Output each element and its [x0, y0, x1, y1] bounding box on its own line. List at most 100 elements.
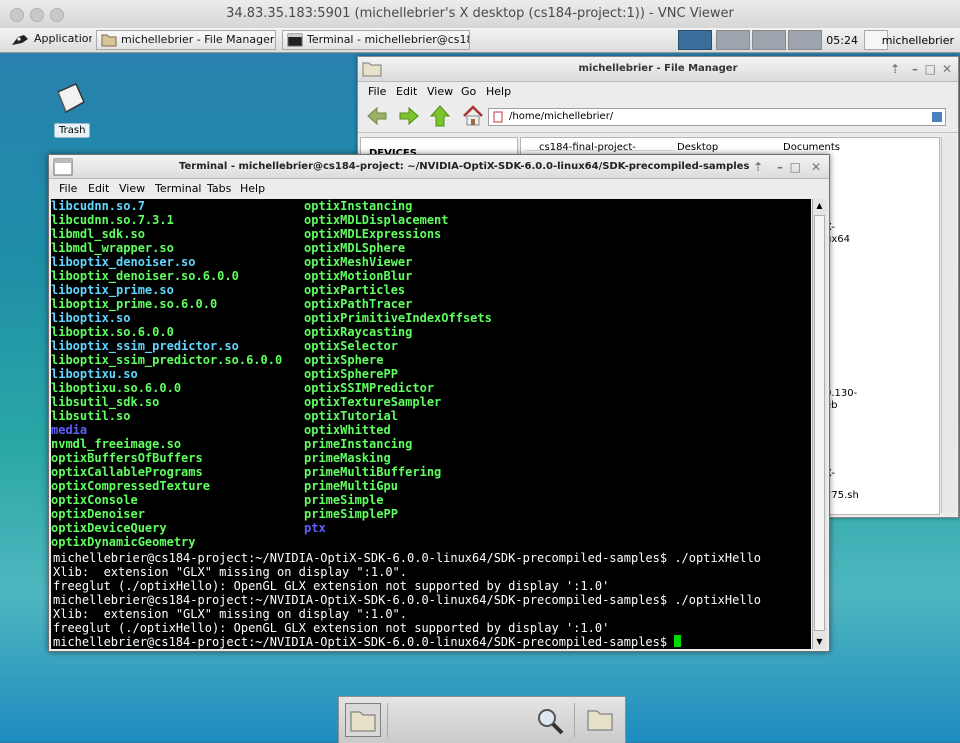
listing-entry: optixPrimitiveIndexOffsets: [304, 311, 492, 325]
output-line: michellebrier@cs184-project:~/NVIDIA-Opt…: [53, 593, 762, 607]
scroll-thumb[interactable]: [814, 215, 825, 631]
refresh-icon[interactable]: [932, 112, 942, 122]
workspace-3[interactable]: [752, 30, 786, 50]
forward-icon[interactable]: [398, 106, 420, 126]
workspace-2[interactable]: [716, 30, 750, 50]
output-line: freeglut (./optixHello): OpenGL GLX exte…: [53, 579, 610, 593]
file-item-partial[interactable]: 775.sh: [825, 490, 859, 501]
listing-entry: optixMotionBlur: [304, 269, 413, 283]
stick-icon[interactable]: ⇡: [890, 57, 900, 81]
listing-entry: liboptixu.so: [51, 367, 138, 381]
trash-icon[interactable]: [52, 80, 88, 123]
dock-file-manager[interactable]: [345, 703, 381, 737]
menu-go[interactable]: Go: [461, 85, 476, 98]
menu-view[interactable]: View: [119, 182, 145, 195]
file-icon: [493, 111, 503, 123]
menu-help[interactable]: Help: [240, 182, 265, 195]
up-icon[interactable]: [430, 105, 450, 127]
listing-entry: liboptix_ssim_predictor.so: [51, 339, 239, 353]
user-menu[interactable]: michellebrier: [882, 34, 954, 47]
minimize-icon[interactable]: –: [777, 155, 783, 179]
menu-tabs[interactable]: Tabs: [207, 182, 231, 195]
back-icon[interactable]: [366, 106, 388, 126]
output-line: Xlib: extension "GLX" missing on display…: [53, 607, 408, 621]
listing-entry: media: [51, 423, 88, 437]
listing-entry: liboptix.so: [51, 311, 131, 325]
minimize-icon[interactable]: –: [912, 57, 918, 81]
listing-entry: optixSSIMPredictor: [304, 381, 435, 395]
search-icon: [538, 709, 564, 735]
applications-menu-button[interactable]: Applications: [4, 30, 92, 50]
task-label: michellebrier - File Manager: [121, 33, 275, 46]
listing-entry: optixDenoiser: [51, 507, 145, 521]
file-manager-menubar: File Edit View Go Help: [358, 82, 958, 102]
menu-view[interactable]: View: [427, 85, 453, 98]
listing-entry: libcudnn.so.7.3.1: [51, 213, 174, 227]
listing-entry: primeMultiBuffering: [304, 465, 442, 479]
terminal-window: Terminal - michellebrier@cs184-project: …: [48, 154, 830, 652]
listing-entry: liboptix.so.6.0.0: [51, 325, 174, 339]
address-text: /home/michellebrier/: [509, 111, 614, 122]
workspace-4[interactable]: [788, 30, 822, 50]
menu-help[interactable]: Help: [486, 85, 511, 98]
folder-icon: [350, 711, 376, 732]
listing-entry: primeSimple: [304, 493, 384, 507]
vnc-titlebar: 34.83.35.183:5901 (michellebrier's X des…: [0, 0, 960, 29]
task-file-manager[interactable]: michellebrier - File Manager: [96, 30, 276, 50]
trash-label[interactable]: Trash: [54, 123, 91, 138]
maximize-icon[interactable]: □: [790, 155, 801, 179]
dock-folder[interactable]: [583, 703, 619, 737]
bottom-dock: [338, 696, 626, 743]
menu-file[interactable]: File: [59, 182, 77, 195]
address-bar[interactable]: /home/michellebrier/: [488, 108, 946, 126]
menu-file[interactable]: File: [368, 85, 386, 98]
output-line: freeglut (./optixHello): OpenGL GLX exte…: [53, 621, 610, 635]
workspace-1[interactable]: [678, 30, 712, 50]
scroll-up-icon[interactable]: ▲: [814, 201, 825, 211]
terminal-scrollbar[interactable]: ▲ ▼: [812, 199, 827, 649]
prompt-line[interactable]: michellebrier@cs184-project:~/NVIDIA-Opt…: [53, 635, 761, 649]
listing-entry: optixRaycasting: [304, 325, 413, 339]
task-label: Terminal - michellebrier@cs184-p...: [307, 33, 470, 46]
top-panel: Applications michellebrier - File Manage…: [0, 28, 960, 53]
listing-entry: optixConsole: [51, 493, 138, 507]
output-line: Xlib: extension "GLX" missing on display…: [53, 565, 408, 579]
task-terminal[interactable]: Terminal - michellebrier@cs184-p...: [282, 30, 470, 50]
listing-entry: primeMasking: [304, 451, 391, 465]
listing-entry: liboptix_prime.so: [51, 283, 174, 297]
clock[interactable]: 05:24: [826, 34, 858, 47]
folder-icon: [362, 62, 382, 77]
window-title: michellebrier - File Manager: [578, 63, 738, 74]
file-manager-scrollbar[interactable]: [941, 137, 956, 513]
prompt-text: michellebrier@cs184-project:~/NVIDIA-Opt…: [53, 635, 675, 649]
listing-entry: primeMultiGpu: [304, 479, 398, 493]
scroll-down-icon[interactable]: ▼: [814, 637, 825, 647]
listing-entry: optixPathTracer: [304, 297, 413, 311]
stick-icon[interactable]: ⇡: [753, 155, 763, 179]
file-manager-titlebar[interactable]: michellebrier - File Manager ⇡ – □ ✕: [358, 57, 958, 82]
menu-edit[interactable]: Edit: [88, 182, 109, 195]
file-manager-toolbar: /home/michellebrier/: [358, 102, 958, 133]
close-icon[interactable]: ✕: [811, 155, 821, 179]
home-icon[interactable]: [462, 105, 484, 127]
close-icon[interactable]: ✕: [942, 57, 952, 81]
folder-icon: [101, 34, 117, 47]
listing-entry: optixSelector: [304, 339, 398, 353]
listing-entry: optixTutorial: [304, 409, 398, 423]
listing-entry: libsutil.so: [51, 409, 131, 423]
menu-terminal[interactable]: Terminal: [155, 182, 202, 195]
listing-entry: ptx: [304, 521, 326, 535]
terminal-output: michellebrier@cs184-project:~/NVIDIA-Opt…: [53, 551, 761, 649]
file-item[interactable]: Documents: [783, 142, 840, 153]
menu-edit[interactable]: Edit: [396, 85, 417, 98]
maximize-icon[interactable]: □: [925, 57, 936, 81]
terminal-titlebar[interactable]: Terminal - michellebrier@cs184-project: …: [49, 155, 829, 179]
file-item[interactable]: cs184-final-project-: [539, 142, 636, 153]
cursor: [674, 635, 682, 647]
listing-entry: libmdl_sdk.so: [51, 227, 145, 241]
listing-entry: libmdl_wrapper.so: [51, 241, 174, 255]
listing-entry: liboptix_ssim_predictor.so.6.0.0: [51, 353, 283, 367]
file-item[interactable]: Desktop: [677, 142, 718, 153]
terminal-screen[interactable]: libcudnn.so.7 libcudnn.so.7.3.1 libmdl_sdk…: [51, 199, 811, 649]
dock-search[interactable]: [387, 703, 575, 737]
